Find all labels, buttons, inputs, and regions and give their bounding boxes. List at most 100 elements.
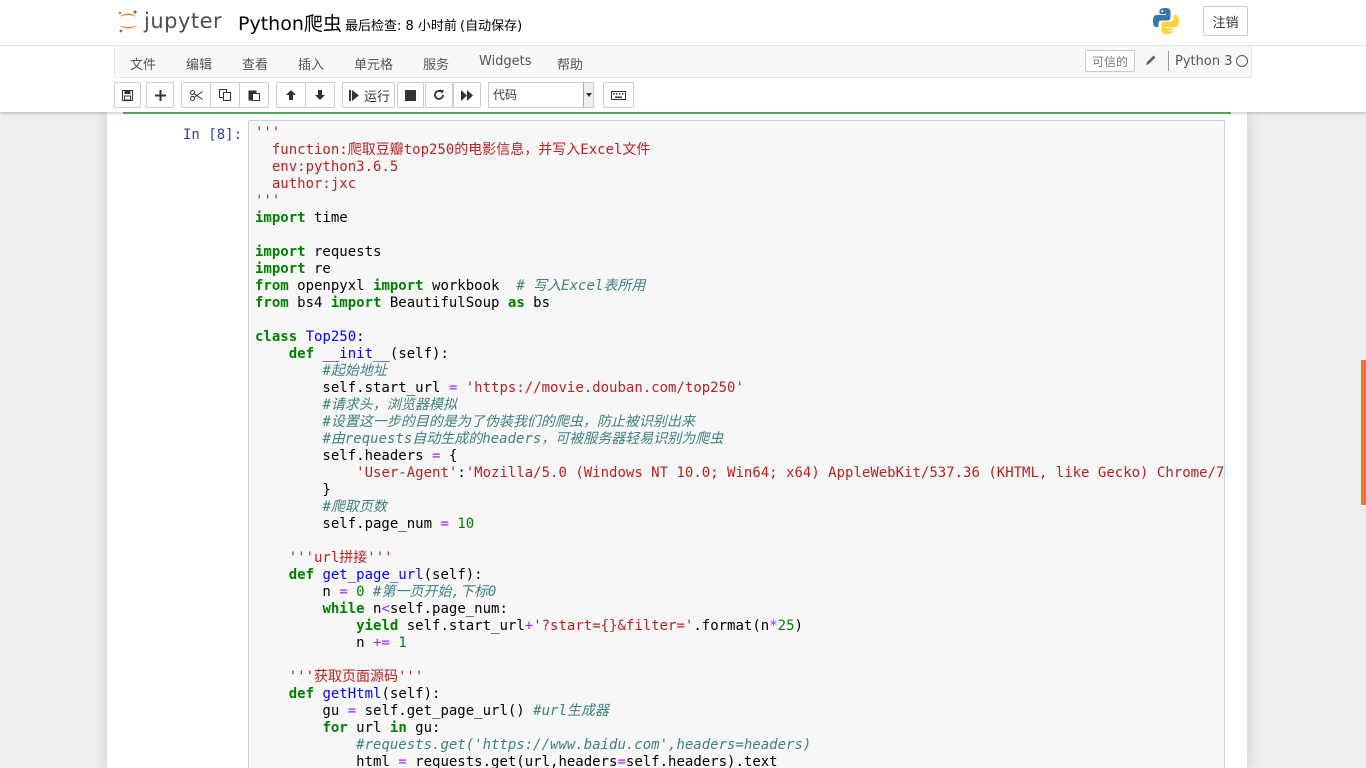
run-label: 运行 [364,89,391,105]
code-line: self.headers = { [255,448,1224,465]
code-token: import [255,261,306,277]
cut-button[interactable] [181,82,211,108]
code-token: += [373,635,390,651]
python-logo-icon [1151,6,1181,36]
notebook-container: In [8]: ''' function:爬取豆瓣top250的电影信息，并写入… [107,112,1247,768]
code-token: 'Mozilla/5.0 (Windows NT 10.0; Win64; x6… [465,465,1225,481]
code-token: self.page_num [255,516,441,532]
code-token: #由requests自动生成的headers，可被服务器轻易识别为爬虫 [322,431,724,447]
code-token: (self): [423,567,483,583]
code-line: 'User-Agent':'Mozilla/5.0 (Windows NT 10… [255,465,1224,482]
code-token: workbook [423,278,517,294]
code-token: n [255,584,340,600]
menu-view[interactable]: 查看 [242,54,268,73]
code-token: = [440,516,449,532]
code-cell-editor[interactable]: ''' function:爬取豆瓣top250的电影信息，并写入Excel文件 … [248,120,1225,768]
code-token: import [255,244,306,260]
menu-cell[interactable]: 单元格 [354,54,393,73]
code-line: self.start_url = 'https://movie.douban.c… [255,380,1224,397]
code-token: 0 [356,584,365,600]
code-token: html [255,754,399,768]
code-token: : [356,329,365,345]
menu-file[interactable]: 文件 [130,54,156,73]
code-line: #设置这一步的目的是为了伪装我们的爬虫，防止被识别出来 [255,414,1224,431]
code-token: < [381,601,390,617]
code-token: self.page_num: [389,601,508,617]
cell-type-select[interactable]: 代码 [488,82,594,108]
fast-forward-icon [460,89,474,101]
jupyter-logo-icon [116,8,140,34]
menu-widgets[interactable]: Widgets [479,54,532,69]
code-token: 'https://movie.douban.com/top250' [465,380,744,396]
move-down-button[interactable] [305,82,335,108]
arrow-up-icon [285,89,297,101]
menu-edit[interactable]: 编辑 [186,54,212,73]
code-token: requests.get(url,headers [406,754,618,768]
menu-insert[interactable]: 插入 [298,54,324,73]
code-token: self.get_page_url() [356,703,534,719]
previous-cell-border [123,112,1231,114]
logout-button[interactable]: 注销 [1203,6,1248,36]
code-token: '''url拼接''' [288,550,393,566]
code-content: ''' function:爬取豆瓣top250的电影信息，并写入Excel文件 … [255,125,1224,768]
code-token: re [305,261,331,277]
code-token: : [457,465,466,481]
restart-run-all-button[interactable] [453,82,481,108]
code-token: time [305,210,348,226]
run-button[interactable]: 运行 [342,82,395,108]
code-line: yield self.start_url+'?start={}&filter='… [255,618,1224,635]
toolbar: 运行 代码 [114,82,1252,110]
code-line: } [255,482,1224,499]
code-line: #由requests自动生成的headers，可被服务器轻易识别为爬虫 [255,431,1224,448]
code-token: (self): [389,346,449,362]
trusted-badge[interactable]: 可信的 [1085,50,1136,72]
code-line: while n<self.page_num: [255,601,1224,618]
code-line: n += 1 [255,635,1224,652]
move-up-button[interactable] [276,82,306,108]
save-button[interactable] [114,82,141,108]
notebook-title[interactable]: Python爬虫 [238,9,342,36]
menu-help[interactable]: 帮助 [557,54,583,73]
last-checkpoint: 最后检查: 8 小时前 [345,19,457,34]
code-token: getHtml [322,686,382,702]
insert-cell-button[interactable] [146,82,174,108]
copy-button[interactable] [210,82,240,108]
code-line: import requests [255,244,1224,261]
code-line: from bs4 import BeautifulSoup as bs [255,295,1224,312]
kernel-divider [1168,51,1169,71]
code-token: class [255,329,298,345]
code-token: = [339,584,348,600]
paste-button[interactable] [239,82,269,108]
code-token: def [288,346,315,362]
code-token: + [524,618,534,634]
interrupt-button[interactable] [397,82,424,108]
code-line: #requests.get('https://www.baidu.com',he… [255,737,1224,754]
code-token: requests [305,244,382,260]
code-token: * [769,618,778,634]
code-token: #请求头，浏览器模拟 [322,397,457,413]
restart-button[interactable] [425,82,453,108]
code-token: author:jxc [255,176,357,192]
kernel-name[interactable]: Python 3 [1175,54,1232,69]
code-token: import [255,210,306,226]
pencil-icon[interactable] [1145,54,1157,70]
code-token: 25 [777,618,795,634]
step-forward-icon [349,89,359,101]
command-palette-button[interactable] [603,82,634,108]
menu-kernel[interactable]: 服务 [423,54,449,73]
code-line: ''' [255,125,1224,142]
plus-icon [154,89,166,101]
jupyter-logo[interactable]: jupyter [116,6,222,36]
scrollbar-indicator[interactable] [1361,360,1366,505]
code-line: html = requests.get(url,headers=self.hea… [255,754,1224,768]
code-token: = [617,754,626,768]
